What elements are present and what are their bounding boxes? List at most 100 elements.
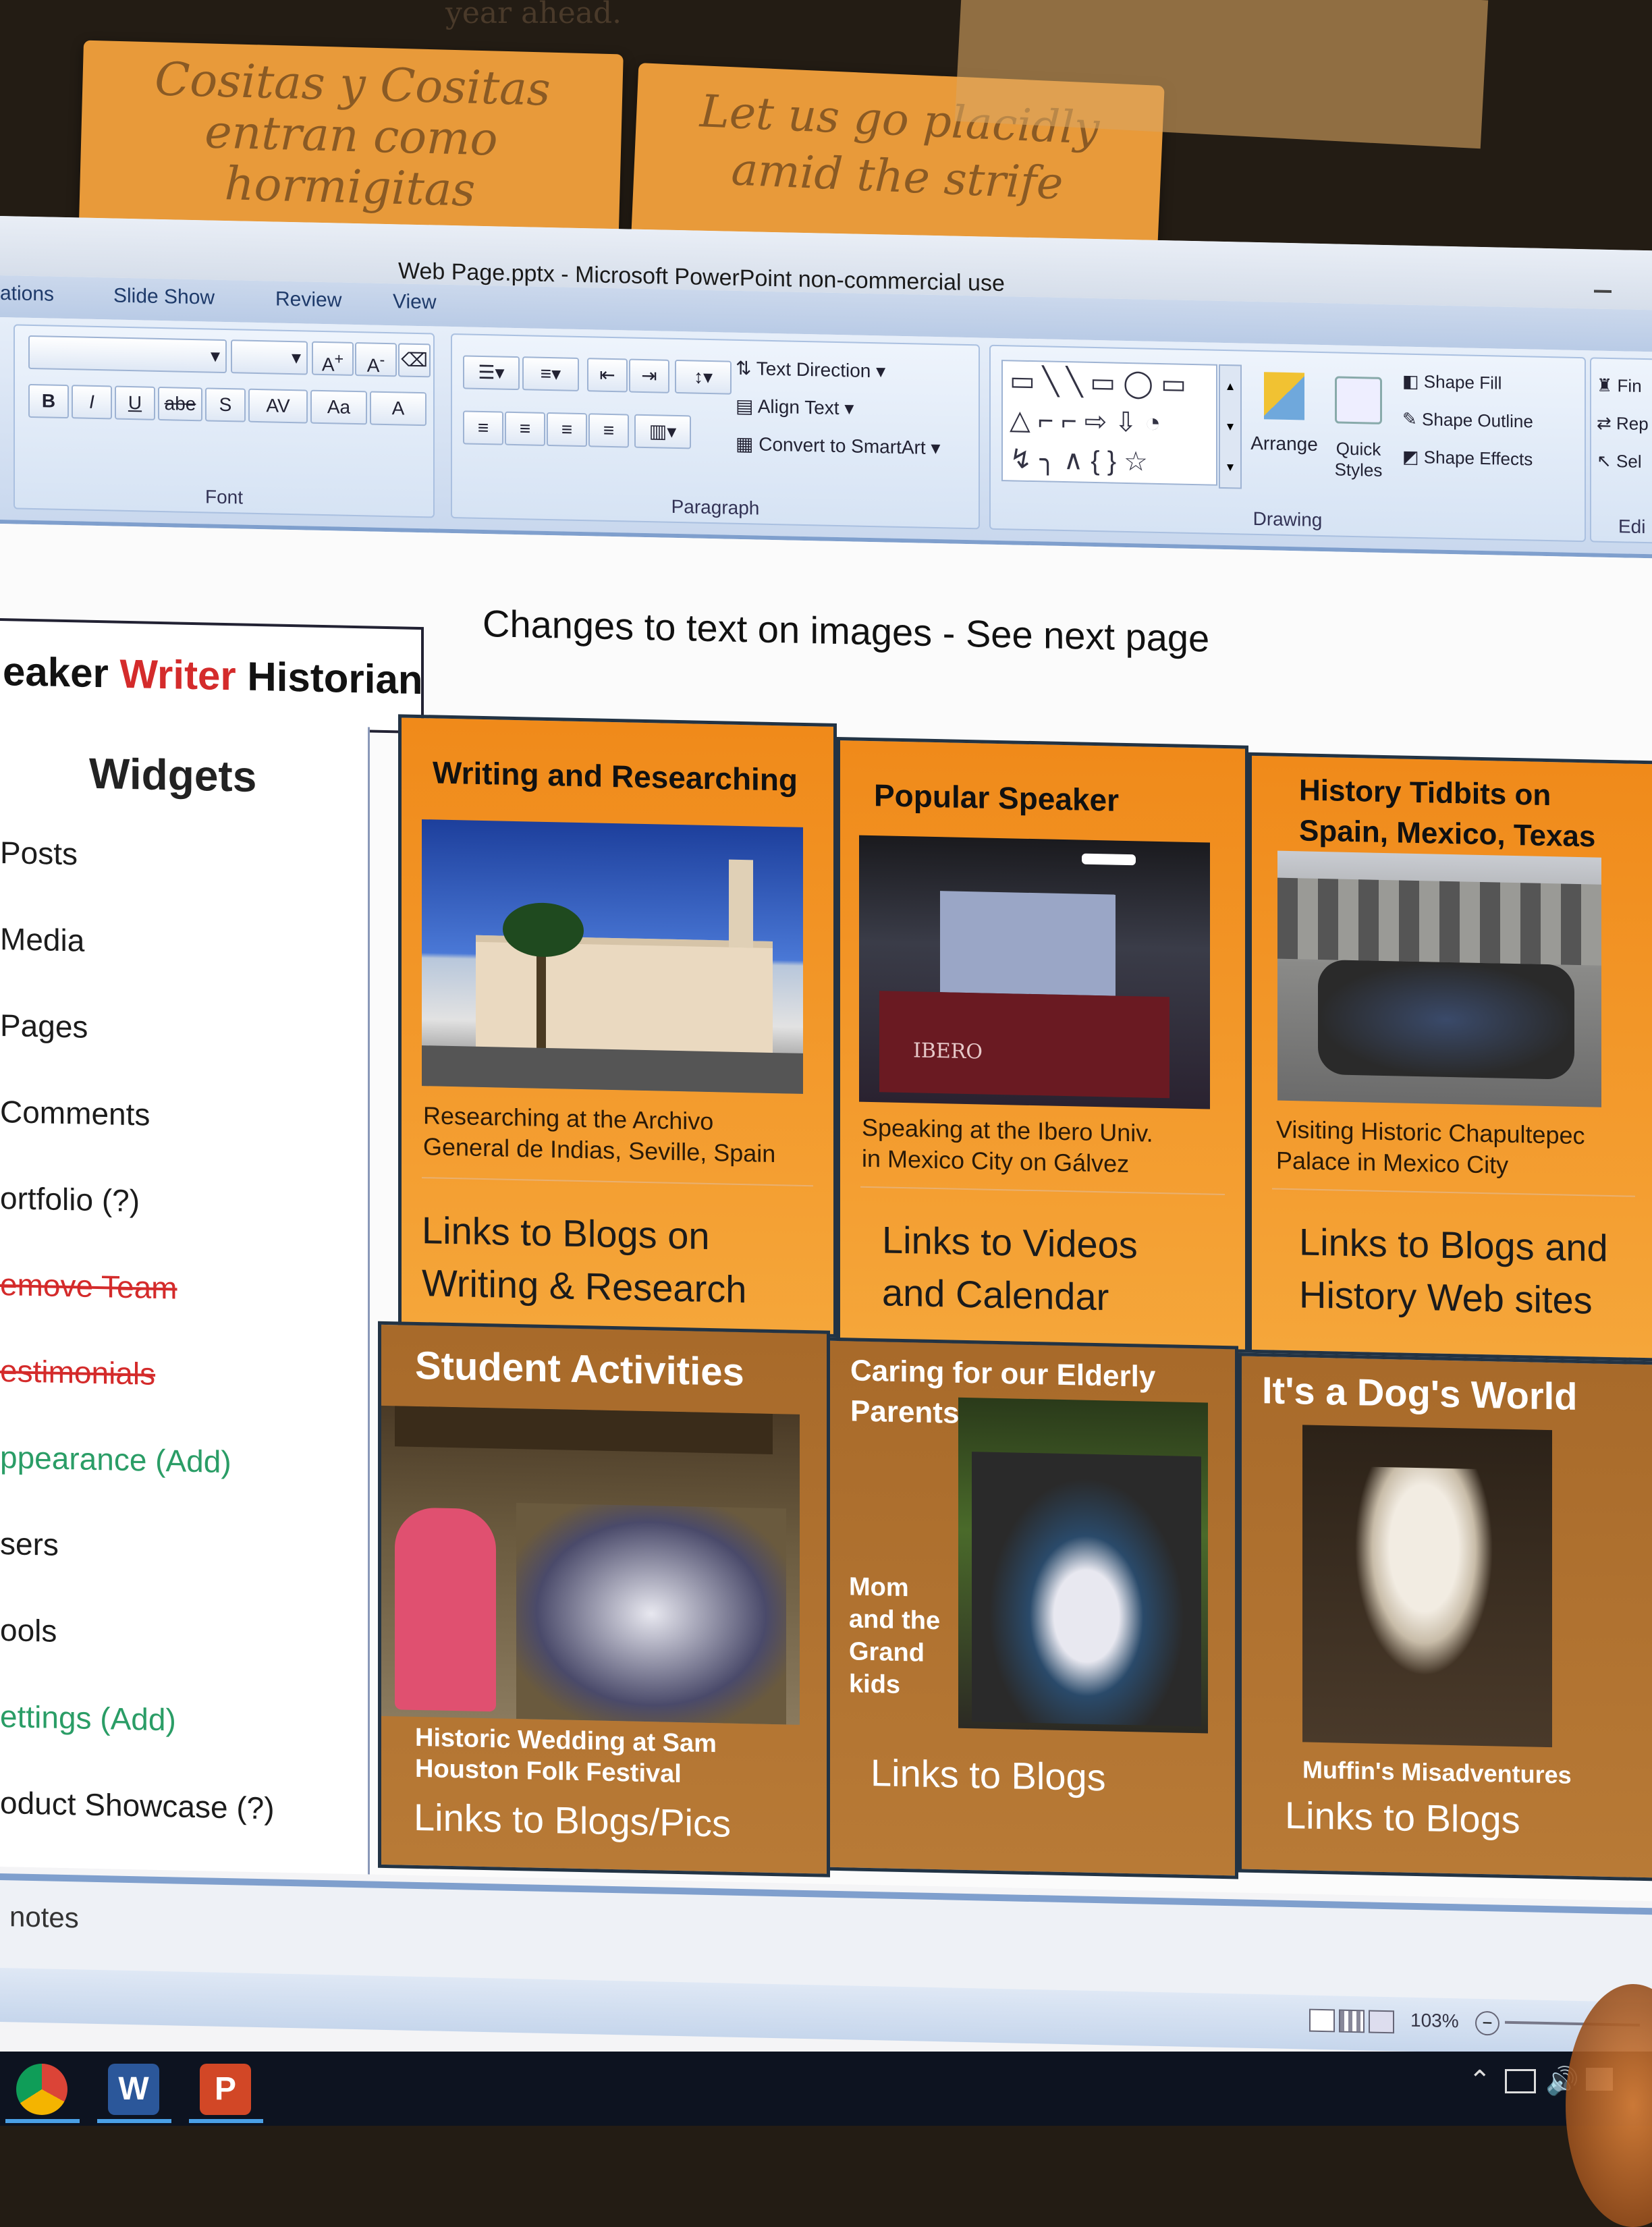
change-case-button[interactable]: Aa — [310, 389, 367, 425]
align-center-button[interactable]: ≡ — [505, 411, 545, 446]
ibero-sign: IBERO — [913, 1039, 983, 1064]
tab-review[interactable]: Review — [275, 288, 341, 312]
shape-effects-button[interactable]: ◩ Shape Effects — [1402, 447, 1533, 470]
justify-button[interactable]: ≡ — [588, 413, 629, 448]
word-icon[interactable]: W — [108, 2064, 159, 2115]
char-spacing-button[interactable]: AV — [248, 388, 308, 424]
caption-line: Houston Folk Festival — [415, 1754, 682, 1789]
shape-fill-button[interactable]: ◧ Shape Fill — [1402, 371, 1502, 394]
widget-item-removed[interactable]: estimonials — [0, 1352, 155, 1392]
zoom-level[interactable]: 103% — [1410, 2010, 1459, 2033]
card-link[interactable]: Links to Blogs on Writing & Research — [422, 1204, 746, 1316]
strikethrough-button[interactable]: abe — [158, 386, 202, 422]
chrome-icon[interactable] — [16, 2064, 67, 2115]
cabin-roof — [395, 1406, 773, 1454]
card-link[interactable]: Links to Blogs/Pics — [414, 1791, 731, 1850]
text-direction-button[interactable]: ⇅ Text Direction ▾ — [736, 357, 885, 383]
card-writing-research[interactable]: Writing and Researching Researching at t… — [398, 714, 837, 1338]
widget-item[interactable]: Media — [0, 920, 84, 959]
card-link[interactable]: Links to Blogs — [1285, 1789, 1520, 1846]
caption-line: General de Indias, Seville, Spain — [423, 1132, 776, 1168]
zoom-out-icon[interactable]: − — [1475, 2010, 1499, 2036]
divider — [860, 1186, 1225, 1196]
columns-button[interactable]: ▥▾ — [634, 414, 691, 449]
title-line: Spain, Mexico, Texas — [1299, 814, 1596, 854]
folk-festival-photo — [381, 1405, 800, 1725]
card-link[interactable]: Links to Videos and Calendar — [882, 1213, 1138, 1324]
font-size-dropdown[interactable]: ▾ — [231, 339, 308, 375]
widget-item-add[interactable]: ppearance (Add) — [0, 1439, 231, 1480]
widget-item[interactable]: oduct Showcase (?) — [0, 1784, 275, 1827]
normal-view-icon[interactable] — [1309, 2008, 1335, 2033]
decrease-indent-button[interactable]: ⇤ — [587, 358, 628, 393]
slide-canvas[interactable]: Changes to text on images - See next pag… — [0, 524, 1652, 1902]
chevron-down-icon: ▾ — [291, 347, 301, 368]
tab-view[interactable]: View — [393, 290, 436, 314]
shapes-gallery[interactable]: ▭ ╲ ╲ ▭ ◯ ▭ △ ⌐ ⌐ ⇨ ⇩ ◔ ↯ ╮ ∧ { } ☆ — [1001, 360, 1217, 486]
italic-button[interactable]: I — [72, 385, 112, 420]
text-direction-label: Text Direction — [756, 358, 871, 382]
align-left-button[interactable]: ≡ — [463, 410, 503, 445]
bold-button[interactable]: B — [28, 383, 69, 419]
shrink-font-button[interactable]: A- — [355, 342, 397, 377]
numbering-button[interactable]: ≡▾ — [522, 356, 579, 391]
widget-item[interactable]: Pages — [0, 1007, 88, 1045]
brand-speaker: eaker — [3, 649, 120, 696]
chevron-up-icon[interactable]: ⌃ — [1468, 2065, 1491, 2096]
card-student-activities[interactable]: Student Activities Historic Wedding at S… — [378, 1321, 830, 1877]
arrange-button[interactable]: Arrange — [1247, 365, 1321, 508]
editing-group: ♜ Fin ⇄ Rep ↖ Sel Edi — [1590, 357, 1652, 544]
shape-fill-icon: ◧ — [1402, 370, 1424, 392]
network-icon[interactable] — [1505, 2069, 1536, 2093]
convert-smartart-button[interactable]: ▦ Convert to SmartArt ▾ — [736, 433, 940, 459]
title-line: History Tidbits on — [1299, 773, 1551, 813]
align-right-button[interactable]: ≡ — [547, 412, 587, 447]
tab-slide-show[interactable]: Slide Show — [113, 285, 215, 310]
projection-screen — [940, 891, 1116, 996]
caption-line: in Mexico City on Gálvez — [862, 1144, 1130, 1178]
font-color-button[interactable]: A — [370, 391, 426, 427]
tab-animations[interactable]: ations — [0, 282, 54, 306]
shadow-button[interactable]: S — [205, 387, 246, 422]
widget-item[interactable]: ortfolio (?) — [0, 1180, 140, 1219]
widget-item[interactable]: sers — [0, 1525, 59, 1563]
slide-headline[interactable]: Changes to text on images - See next pag… — [483, 601, 1209, 661]
widget-item[interactable]: Comments — [0, 1093, 150, 1133]
shapes-scroll[interactable]: ▴ ▾ ▾ — [1219, 364, 1242, 489]
grow-font-button[interactable]: A+ — [312, 341, 354, 376]
chrome-active-indicator — [5, 2119, 80, 2123]
card-link[interactable]: Links to Blogs — [871, 1747, 1106, 1804]
increase-indent-button[interactable]: ⇥ — [629, 358, 669, 393]
align-text-button[interactable]: ▤ Align Text ▾ — [736, 395, 854, 420]
widget-item-removed[interactable]: emove Team — [0, 1266, 177, 1306]
card-link[interactable]: Links to Blogs and History Web sites — [1299, 1215, 1608, 1327]
link-line: Links to Videos — [882, 1218, 1138, 1267]
bullets-button[interactable]: ☰▾ — [463, 355, 520, 391]
card-popular-speaker[interactable]: Popular Speaker IBERO Speaking at the Ib… — [837, 736, 1248, 1353]
widget-item-add[interactable]: ettings (Add) — [0, 1698, 176, 1738]
quick-styles-button[interactable]: Quick Styles — [1325, 366, 1392, 510]
chapultepec-photo — [1277, 850, 1601, 1107]
ground-shape — [422, 1045, 803, 1094]
clear-format-button[interactable]: ⌫ — [398, 343, 431, 378]
replace-label: Rep — [1616, 413, 1649, 435]
brand-text: eaker Writer Historian — [3, 648, 422, 703]
slide-sorter-icon[interactable] — [1339, 2009, 1365, 2033]
line-spacing-button[interactable]: ↕▾ — [675, 359, 732, 395]
shape-outline-button[interactable]: ✎ Shape Outline — [1402, 409, 1533, 433]
card-history-tidbits[interactable]: History Tidbits on Spain, Mexico, Texas … — [1248, 752, 1652, 1362]
card-elderly-parents[interactable]: Caring for our Elderly Parents Mom and t… — [827, 1337, 1238, 1879]
reading-view-icon[interactable] — [1369, 2010, 1394, 2034]
find-button[interactable]: ♜ Fin — [1597, 375, 1642, 397]
widget-item[interactable]: ools — [0, 1612, 57, 1649]
underline-button[interactable]: U — [115, 385, 155, 420]
select-button[interactable]: ↖ Sel — [1597, 451, 1642, 472]
brand-textbox[interactable]: eaker Writer Historian — [0, 617, 424, 734]
minimize-icon[interactable] — [1594, 290, 1612, 294]
powerpoint-icon[interactable]: P — [200, 2064, 251, 2115]
replace-button[interactable]: ⇄ Rep — [1597, 413, 1649, 435]
shape-effects-label: Shape Effects — [1423, 447, 1533, 470]
font-name-dropdown[interactable]: ▾ — [28, 335, 227, 374]
widget-item[interactable]: Posts — [0, 834, 78, 872]
card-dogs-world[interactable]: It's a Dog's World Muffin's Misadventure… — [1238, 1352, 1652, 1881]
